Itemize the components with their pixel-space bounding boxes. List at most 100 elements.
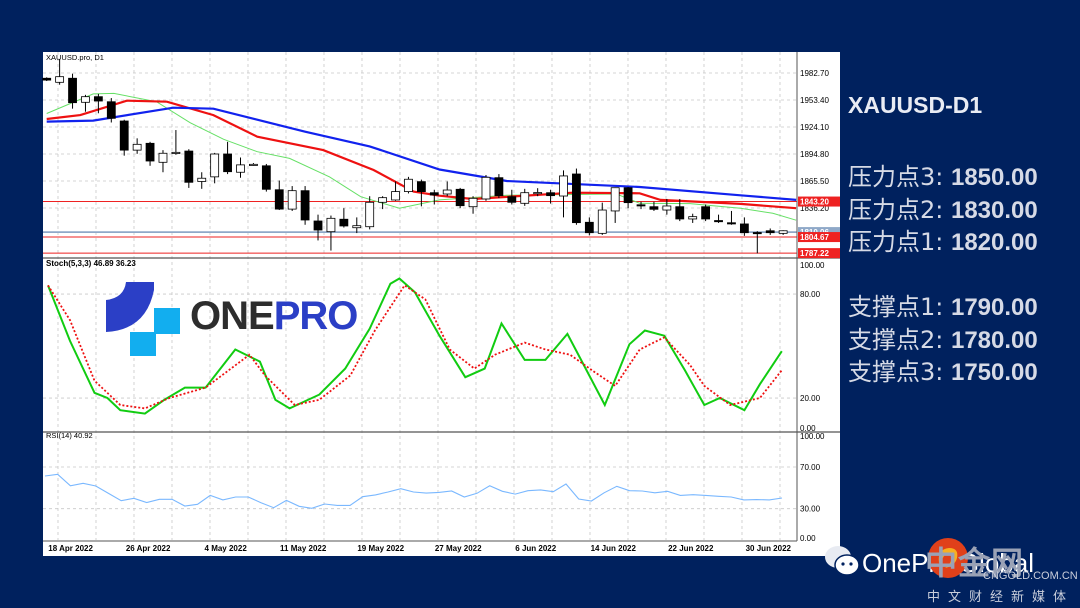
resistance-label: 压力点2: <box>848 196 951 224</box>
candle-body <box>391 191 400 201</box>
resistance-1: 压力点1: 1820.00 <box>848 222 1038 257</box>
candle-body <box>158 152 168 163</box>
rsi-title: RSI(14) 40.92 <box>46 431 93 440</box>
candle-body <box>184 150 194 183</box>
price-level-label: 1843.20 <box>800 198 829 207</box>
price-level-label: 1787.22 <box>800 249 829 258</box>
date-tick-label: 22 Jun 2022 <box>668 544 714 553</box>
candle-body <box>481 176 491 200</box>
candle-body <box>378 197 388 203</box>
candle-body <box>727 222 736 225</box>
stoch-tick-label: 100.00 <box>800 261 825 270</box>
candle-body <box>494 177 504 197</box>
resistance-value: 1820.00 <box>950 229 1038 256</box>
candle-body <box>326 217 336 233</box>
symbol-title: XAUUSD-D1 <box>848 92 983 118</box>
onepro-logo: ONEPRO <box>104 280 359 356</box>
candle <box>42 77 52 82</box>
candle-body <box>739 223 749 234</box>
candle-body <box>584 221 594 234</box>
candle-body <box>572 173 581 224</box>
candle <box>119 119 129 156</box>
support-label: 支撑点2: <box>848 326 951 354</box>
resistance-value: 1850.00 <box>950 164 1038 191</box>
date-tick-label: 11 May 2022 <box>280 544 327 553</box>
candle-body <box>365 201 375 228</box>
watermark-tagline: 中文财经新媒体 <box>927 590 1075 605</box>
candle-body <box>313 220 323 231</box>
candle-body <box>132 143 142 151</box>
candle-body <box>533 192 543 195</box>
candle-body <box>68 77 77 104</box>
candle-body <box>610 187 620 212</box>
candle-body <box>352 225 362 229</box>
date-tick-label: 30 Jun 2022 <box>746 544 792 553</box>
candle-body <box>688 216 698 220</box>
candle <box>572 168 581 225</box>
stoch-tick-label: 80.00 <box>800 290 821 299</box>
candle-body <box>261 165 271 190</box>
price-tick-label: 1924.10 <box>800 123 829 132</box>
price-level-label: 1804.67 <box>800 233 829 242</box>
candle-body <box>287 190 297 210</box>
resistance-3: 压力点3: 1850.00 <box>848 157 1038 192</box>
candle-body <box>520 192 530 204</box>
date-tick-label: 27 May 2022 <box>435 544 482 553</box>
candle-body <box>274 189 284 210</box>
candle <box>701 204 711 222</box>
rsi-tick-label: 100.00 <box>800 432 825 441</box>
candle-body <box>752 232 762 235</box>
candle-body <box>701 206 711 220</box>
price-tick-label: 1953.40 <box>800 96 829 105</box>
candle-body <box>55 76 65 83</box>
resistance-value: 1830.00 <box>950 197 1038 224</box>
resistance-label: 压力点3: <box>848 163 951 191</box>
candle-body <box>714 220 723 223</box>
date-tick-label: 26 Apr 2022 <box>126 544 171 553</box>
date-tick-label: 6 Jun 2022 <box>515 544 556 553</box>
candle-body <box>119 120 129 151</box>
support-1: 支撑点1: 1790.00 <box>848 287 1038 322</box>
candle-body <box>81 96 90 103</box>
candle-body <box>171 151 181 154</box>
candle-body <box>210 153 220 178</box>
candle-body <box>300 190 310 221</box>
candle-body <box>442 189 452 195</box>
candle <box>300 186 310 225</box>
candle-body <box>236 164 245 173</box>
candle-body <box>339 218 349 227</box>
candle <box>494 174 504 199</box>
candle-body <box>93 96 103 102</box>
candle-body <box>675 206 685 220</box>
candle-body <box>249 163 258 166</box>
date-tick-label: 4 May 2022 <box>205 544 248 553</box>
candle-body <box>778 230 788 234</box>
candle-body <box>546 192 555 197</box>
candle-body <box>597 209 607 234</box>
candle-body <box>197 177 207 182</box>
candle <box>261 163 271 192</box>
candle-body <box>765 230 775 234</box>
candle-body <box>623 187 633 204</box>
rsi-tick-label: 70.00 <box>800 463 821 472</box>
watermark-url: CNGOLD.COM.CN <box>983 570 1078 582</box>
candle-body <box>507 196 517 203</box>
candle-body <box>145 142 155 162</box>
support-label: 支撑点3: <box>848 358 951 386</box>
logo-text-one: ONE <box>190 294 275 338</box>
candle <box>481 175 491 201</box>
logo-text-pro: PRO <box>273 294 359 338</box>
price-tick-label: 1894.80 <box>800 150 829 159</box>
candle-body <box>559 175 568 197</box>
candle-body <box>636 204 646 207</box>
candle <box>404 176 413 194</box>
candle-body <box>416 181 426 192</box>
support-value: 1790.00 <box>950 294 1038 321</box>
price-tick-label: 1865.50 <box>800 177 829 186</box>
support-value: 1780.00 <box>950 327 1038 354</box>
date-tick-label: 19 May 2022 <box>357 544 404 553</box>
rsi-tick-label: 30.00 <box>800 505 821 514</box>
date-tick-label: 18 Apr 2022 <box>48 544 93 553</box>
candle-body <box>649 206 659 210</box>
candle-body <box>106 101 116 119</box>
